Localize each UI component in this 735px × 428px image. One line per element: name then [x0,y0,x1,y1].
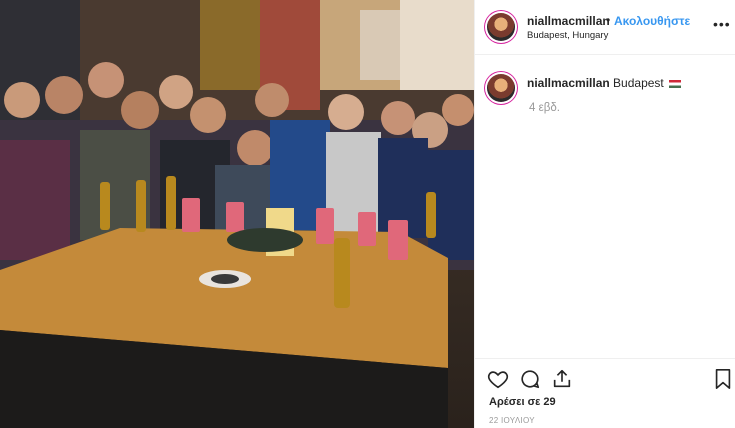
follow-button[interactable]: Ακολουθήστε [614,14,690,28]
share-icon[interactable] [551,368,573,390]
hungary-flag-icon [669,79,682,88]
more-options-icon[interactable]: ••• [713,17,731,31]
separator-dot: • [606,13,611,27]
heart-icon[interactable] [487,368,509,390]
post-date: 22 ΙΟΥΛΙΟΥ [489,416,535,425]
post-header: niallmacmillan • Ακολουθήστε Budapest, H… [475,0,735,55]
caption-avatar[interactable] [487,74,515,102]
likes-count[interactable]: Αρέσει σε 29 [489,396,556,408]
comment-icon[interactable] [519,368,541,390]
post-actions: Αρέσει σε 29 22 ΙΟΥΛΙΟΥ [475,358,735,428]
bookmark-icon[interactable] [713,368,733,390]
post-photo[interactable] [0,0,474,428]
photo-illustration [0,0,474,428]
post-sidebar: niallmacmillan • Ακολουθήστε Budapest, H… [474,0,735,428]
post-age: 4 εβδ. [529,102,560,114]
caption-text: Budapest [613,76,664,90]
post-username[interactable]: niallmacmillan [527,14,610,28]
caption-username[interactable]: niallmacmillan [527,76,610,90]
caption: niallmacmillan Budapest [527,76,682,90]
avatar[interactable] [487,13,515,41]
location-link[interactable]: Budapest, Hungary [527,30,608,41]
